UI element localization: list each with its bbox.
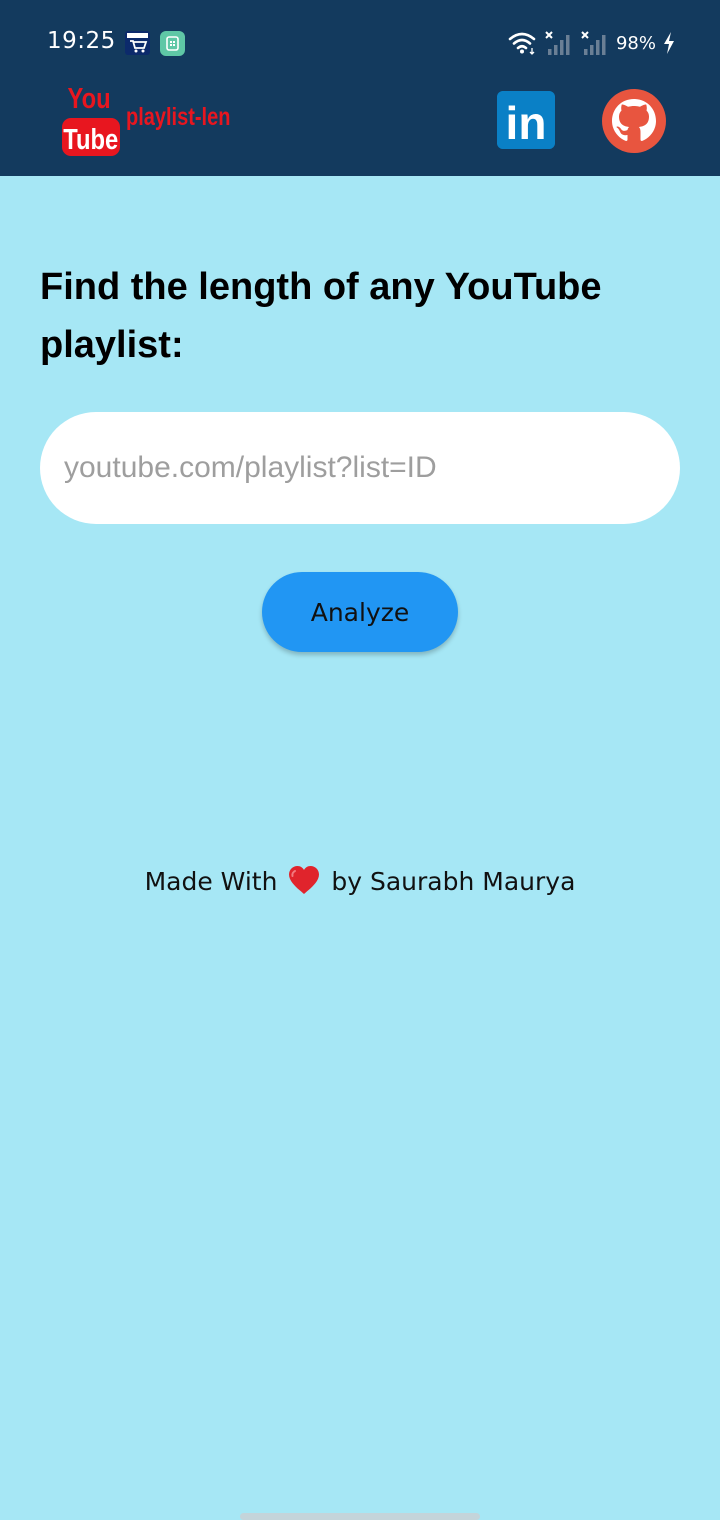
system-status-icons: 98% — [508, 28, 676, 58]
app-header: 19:25 98% You Tube playlist-len in — [0, 0, 720, 176]
page-title: Find the length of any YouTube playlist: — [40, 266, 602, 366]
signal-icon — [581, 31, 606, 55]
heart-icon — [289, 866, 320, 894]
footer-credit: Made With by Saurabh Maurya — [0, 864, 720, 896]
amazon-shopping-icon — [125, 31, 150, 55]
made-with-text: Made With — [144, 867, 278, 896]
signal-icon — [545, 31, 570, 55]
app-logo: You Tube playlist-len — [62, 82, 230, 156]
battery-charging-icon — [664, 32, 674, 54]
github-icon[interactable] — [601, 88, 667, 154]
linkedin-icon[interactable]: in — [497, 91, 555, 149]
app-notification-icon — [160, 31, 185, 56]
svg-text:You: You — [67, 82, 110, 115]
playlist-url-input[interactable] — [40, 412, 680, 524]
svg-text:Tube: Tube — [63, 123, 118, 156]
analyze-button[interactable]: Analyze — [262, 572, 458, 652]
battery-level: 98% — [615, 32, 656, 54]
status-time: 19:25 — [47, 28, 116, 54]
wifi-icon — [508, 32, 536, 55]
svg-text:playlist-len: playlist-len — [126, 103, 230, 131]
author-text: by Saurabh Maurya — [331, 867, 576, 896]
home-indicator[interactable] — [240, 1513, 480, 1520]
svg-text:in: in — [506, 97, 547, 149]
